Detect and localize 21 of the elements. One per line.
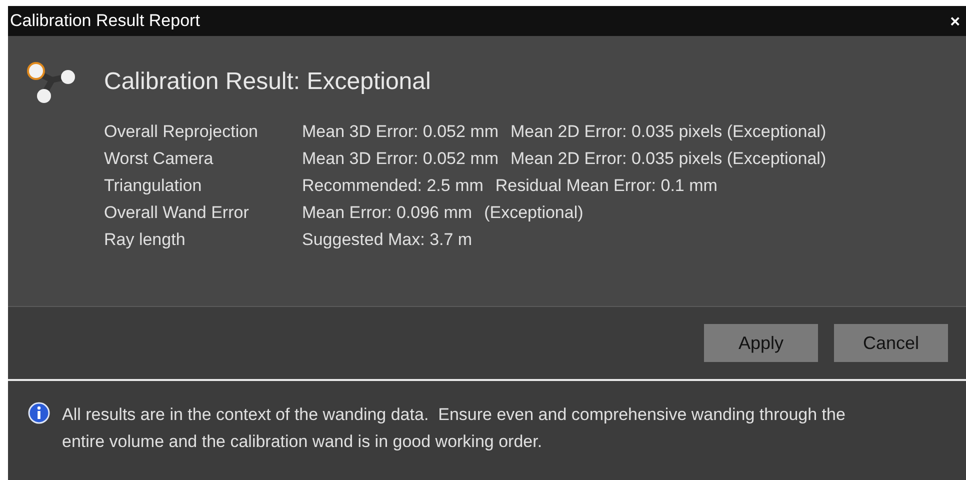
result-value: Recommended: 2.5 mm [302, 175, 484, 197]
result-label: Triangulation [104, 175, 203, 197]
result-label: Worst Camera [104, 148, 214, 170]
result-value: Mean 3D Error: 0.052 mm [302, 121, 499, 143]
close-button[interactable]: × [946, 12, 964, 30]
result-value: Residual Mean Error: 0.1 mm [495, 175, 718, 197]
info-icon [28, 402, 50, 424]
dialog-button[interactable]: Apply [704, 324, 818, 362]
result-value: Mean 2D Error: 0.035 pixels (Exceptional) [510, 121, 826, 143]
result-value: Mean 2D Error: 0.035 pixels (Exceptional) [510, 148, 826, 170]
dialog-button[interactable]: Cancel [834, 324, 948, 362]
result-value: (Exceptional) [484, 202, 584, 224]
result-label: Overall Reprojection [104, 121, 260, 143]
info-message: All results are in the context of the wanding data. Ensure even and comprehensive wanding through the entire volume and the calibration wand is in good working order. [62, 404, 846, 453]
result-value: Mean Error: 0.096 mm [302, 202, 472, 224]
result-value: Suggested Max: 3.7 m [302, 229, 472, 251]
result-heading: Calibration Result: Exceptional [104, 67, 431, 97]
result-label: Overall Wand Error [104, 202, 250, 224]
result-value: Mean 3D Error: 0.052 mm [302, 148, 499, 170]
window-title: Calibration Result Report [10, 10, 200, 32]
result-label: Ray length [104, 229, 186, 251]
